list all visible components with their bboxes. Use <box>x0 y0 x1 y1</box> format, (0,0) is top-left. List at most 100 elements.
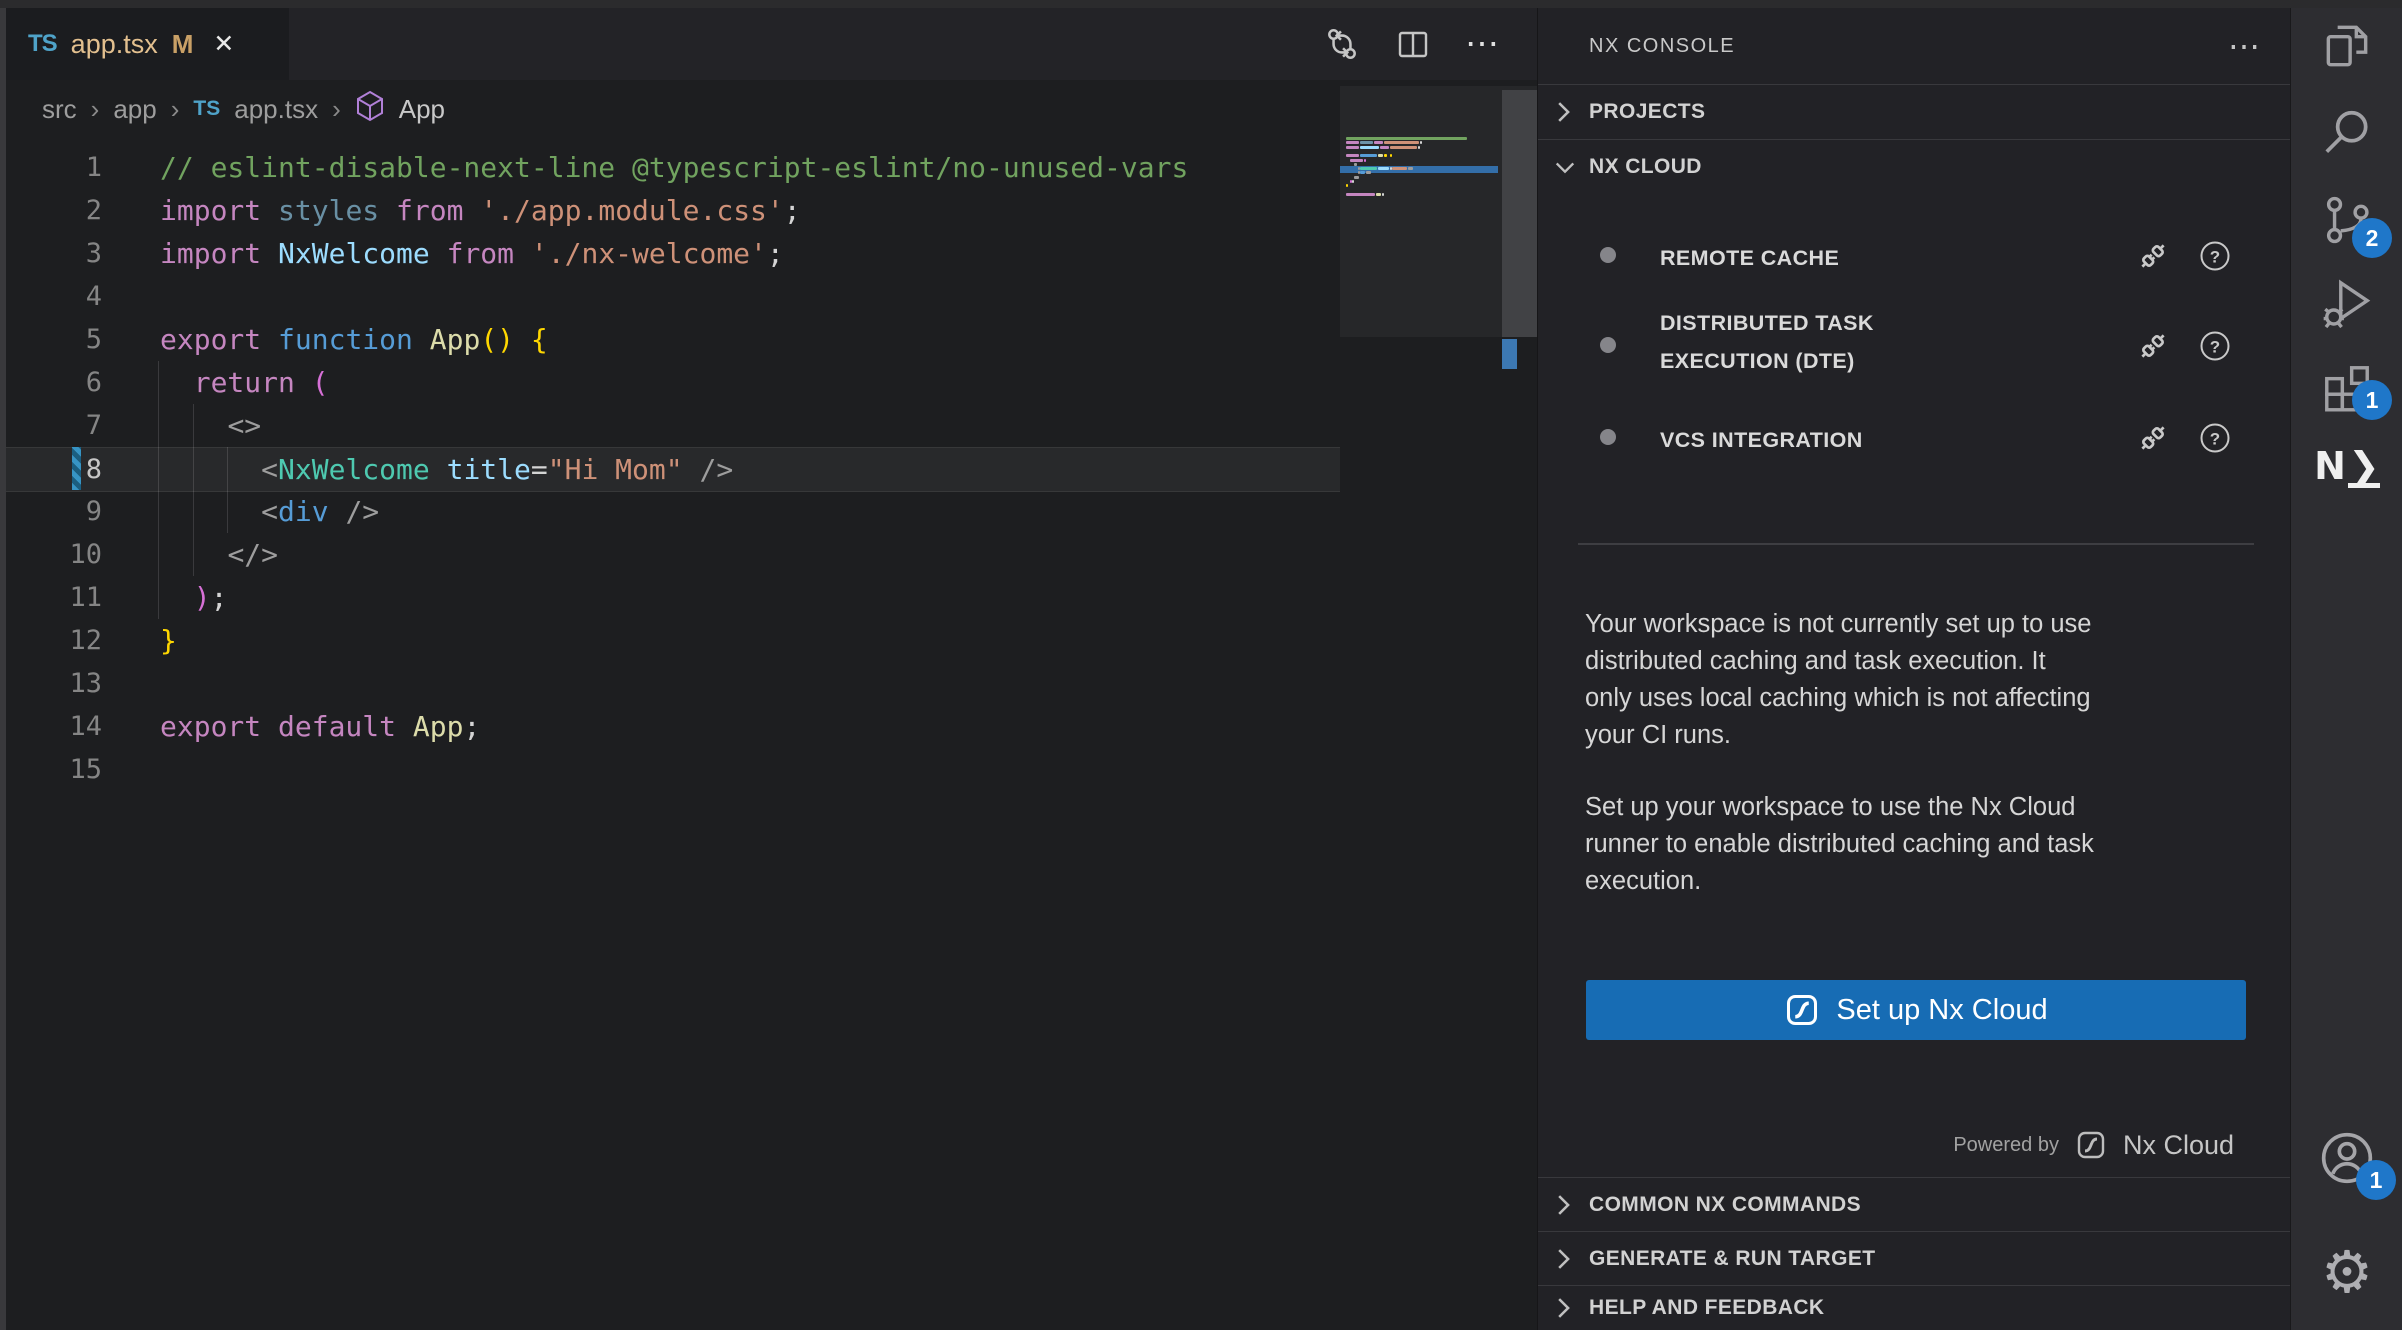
minimap-line <box>1340 197 1500 201</box>
tab-bar: TS app.tsx M ✕ ⋯ <box>6 8 1537 80</box>
cloud-item-vcs: VCS INTEGRATION <box>1660 421 1863 459</box>
cloud-item-actions: ? <box>2134 327 2234 365</box>
extensions-badge: 1 <box>2352 380 2392 420</box>
code-line[interactable]: 11 ); <box>6 576 1340 619</box>
overview-modified-marker <box>1502 339 1517 369</box>
section-help-and-feedback[interactable]: HELP AND FEEDBACK <box>1538 1285 2290 1330</box>
code-line[interactable]: 10 </> <box>6 533 1340 576</box>
scrollbar-thumb[interactable] <box>1502 90 1537 337</box>
nx-console-icon[interactable]: N❯ <box>2317 436 2377 496</box>
typescript-icon: TS <box>28 30 57 58</box>
more-actions-icon[interactable]: ⋯ <box>1465 34 1501 54</box>
vscode-window: TS app.tsx M ✕ ⋯ <box>0 0 2402 1330</box>
explorer-icon[interactable] <box>2317 16 2377 76</box>
split-editor-icon[interactable] <box>1395 26 1431 62</box>
brand-label: Nx Cloud <box>2123 1130 2234 1161</box>
line-number[interactable]: 15 <box>6 754 102 785</box>
code-line[interactable]: 14export default App; <box>6 705 1340 748</box>
editor-scrollbar[interactable] <box>1502 8 1537 1330</box>
open-changes-icon[interactable] <box>1323 25 1361 63</box>
code-line[interactable]: 7 <> <box>6 404 1340 447</box>
chevron-right-icon <box>1552 1245 1574 1273</box>
close-icon[interactable]: ✕ <box>213 29 234 59</box>
line-number[interactable]: 1 <box>6 152 102 183</box>
code-line[interactable]: 8 <NxWelcome title="Hi Mom" /> <box>6 447 1340 492</box>
settings-gear-icon[interactable]: ⚙ <box>2317 1242 2377 1302</box>
code-line[interactable]: 3import NxWelcome from './nx-welcome'; <box>6 232 1340 275</box>
tab-label: app.tsx <box>71 29 158 60</box>
line-number[interactable]: 6 <box>6 367 102 398</box>
button-label: Set up Nx Cloud <box>1836 994 2047 1027</box>
chevron-right-icon: › <box>91 94 100 125</box>
cloud-item-remote-cache: REMOTE CACHE <box>1660 239 1839 277</box>
section-projects[interactable]: PROJECTS <box>1538 84 2290 139</box>
status-dot <box>1600 429 1616 445</box>
line-number[interactable]: 8 <box>6 454 102 485</box>
code-line[interactable]: 4 <box>6 275 1340 318</box>
line-number[interactable]: 11 <box>6 582 102 613</box>
code-line[interactable]: 15 <box>6 748 1340 791</box>
powered-by-row: Powered by Nx Cloud <box>1538 1125 2234 1165</box>
section-label: GENERATE & RUN TARGET <box>1538 1247 1875 1271</box>
help-icon[interactable]: ? <box>2196 327 2234 365</box>
chevron-right-icon: › <box>171 94 180 125</box>
breadcrumb-item-file[interactable]: app.tsx <box>234 94 318 125</box>
line-number[interactable]: 3 <box>6 238 102 269</box>
setup-nx-cloud-button[interactable]: Set up Nx Cloud <box>1586 980 2246 1040</box>
scm-badge: 2 <box>2352 218 2392 258</box>
panel-title: NX CONSOLE <box>1538 35 1735 58</box>
divider <box>1578 543 2254 545</box>
more-actions-icon[interactable]: ⋯ <box>2228 8 2260 84</box>
line-number[interactable]: 2 <box>6 195 102 226</box>
svg-text:?: ? <box>2210 338 2220 357</box>
typescript-icon: TS <box>193 97 220 121</box>
code-line[interactable]: 6 return ( <box>6 361 1340 404</box>
svg-text:?: ? <box>2210 430 2220 449</box>
run-debug-icon[interactable] <box>2317 273 2377 333</box>
cloud-item-actions: ? <box>2134 237 2234 275</box>
breadcrumb-item-src[interactable]: src <box>42 94 77 125</box>
line-number[interactable]: 5 <box>6 324 102 355</box>
section-nx-cloud[interactable]: NX CLOUD <box>1538 139 2290 194</box>
setup-instructions-text: Set up your workspace to use the Nx Clou… <box>1585 789 2275 900</box>
nx-console-panel: NX CONSOLE ⋯ PROJECTS NX CLOUD REMOTE CA… <box>1537 8 2290 1330</box>
section-label: COMMON NX COMMANDS <box>1538 1193 1861 1217</box>
chevron-right-icon <box>1552 98 1574 126</box>
breadcrumb: src › app › TS app.tsx › App <box>6 80 1537 138</box>
code-line[interactable]: 2import styles from './app.module.css'; <box>6 189 1340 232</box>
workspace-status-text: Your workspace is not currently set up t… <box>1585 606 2275 754</box>
editor-toolbar: ⋯ <box>1323 8 1501 80</box>
account-badge: 1 <box>2356 1160 2396 1200</box>
breadcrumb-item-app[interactable]: app <box>113 94 156 125</box>
code-line[interactable]: 1// eslint-disable-next-line @typescript… <box>6 146 1340 189</box>
line-number[interactable]: 13 <box>6 668 102 699</box>
line-number[interactable]: 4 <box>6 281 102 312</box>
line-number[interactable]: 7 <box>6 410 102 441</box>
code-line[interactable]: 12} <box>6 619 1340 662</box>
help-icon[interactable]: ? <box>2196 419 2234 457</box>
code-line[interactable]: 9 <div /> <box>6 490 1340 533</box>
connect-icon[interactable] <box>2134 237 2172 275</box>
breadcrumb-item-symbol[interactable]: App <box>399 94 445 125</box>
tab-app-tsx[interactable]: TS app.tsx M ✕ <box>6 8 289 80</box>
cloud-item-dte: DISTRIBUTED TASK EXECUTION (DTE) <box>1660 304 1874 380</box>
section-generate-run-target[interactable]: GENERATE & RUN TARGET <box>1538 1231 2290 1286</box>
nx-cloud-logo <box>1784 992 1820 1028</box>
help-icon[interactable]: ? <box>2196 237 2234 275</box>
chevron-right-icon: › <box>332 94 341 125</box>
code-line[interactable]: 5export function App() { <box>6 318 1340 361</box>
line-number[interactable]: 14 <box>6 711 102 742</box>
connect-icon[interactable] <box>2134 419 2172 457</box>
line-number[interactable]: 9 <box>6 496 102 527</box>
line-number[interactable]: 12 <box>6 625 102 656</box>
line-number[interactable]: 10 <box>6 539 102 570</box>
code-line[interactable]: 13 <box>6 662 1340 705</box>
status-dot <box>1600 337 1616 353</box>
symbol-class-icon <box>355 90 385 129</box>
gutter-modified-marker <box>72 447 81 490</box>
section-common-nx-commands[interactable]: COMMON NX COMMANDS <box>1538 1177 2290 1232</box>
modified-badge: M <box>172 29 194 60</box>
powered-by-label: Powered by <box>1953 1134 2059 1157</box>
search-icon[interactable] <box>2317 103 2377 163</box>
connect-icon[interactable] <box>2134 327 2172 365</box>
